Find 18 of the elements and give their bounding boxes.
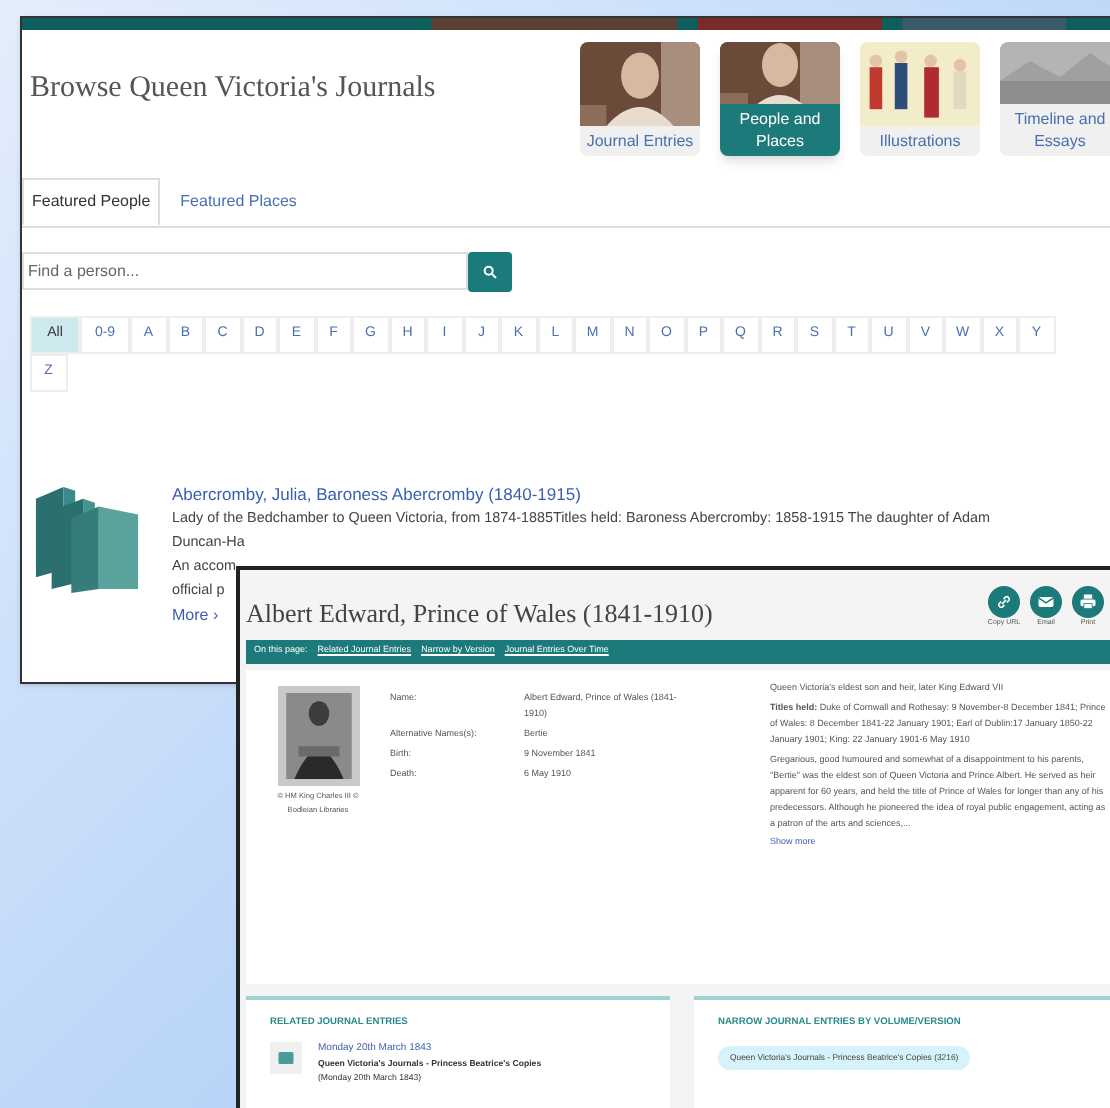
printer-icon (1078, 592, 1098, 612)
journal-icon (278, 1051, 294, 1064)
nav-tile[interactable]: Illustrations (860, 42, 980, 156)
search-icon (482, 264, 498, 280)
books-icon (32, 482, 142, 594)
search-button[interactable] (468, 252, 512, 292)
search-field[interactable]: Find a person... (22, 252, 468, 290)
person-link[interactable]: Abercromby, Julia, Baroness Abercromby (1840-1915) (172, 482, 991, 506)
more-link[interactable]: More › (172, 604, 219, 628)
nav-tile[interactable]: Journal Entries (580, 42, 700, 156)
tab[interactable]: Featured People (22, 178, 161, 226)
person-title: Albert Edward, Prince of Wales (1841-1910) (246, 596, 715, 632)
tab[interactable]: Featured Places (172, 178, 305, 226)
nav-tile[interactable]: Timeline and Essays (1000, 42, 1110, 156)
nav-tile[interactable]: People and Places (720, 42, 840, 156)
page-title: Browse Queen Victoria's Journals (30, 70, 438, 108)
mail-icon (1036, 592, 1056, 612)
link-icon (994, 592, 1014, 612)
